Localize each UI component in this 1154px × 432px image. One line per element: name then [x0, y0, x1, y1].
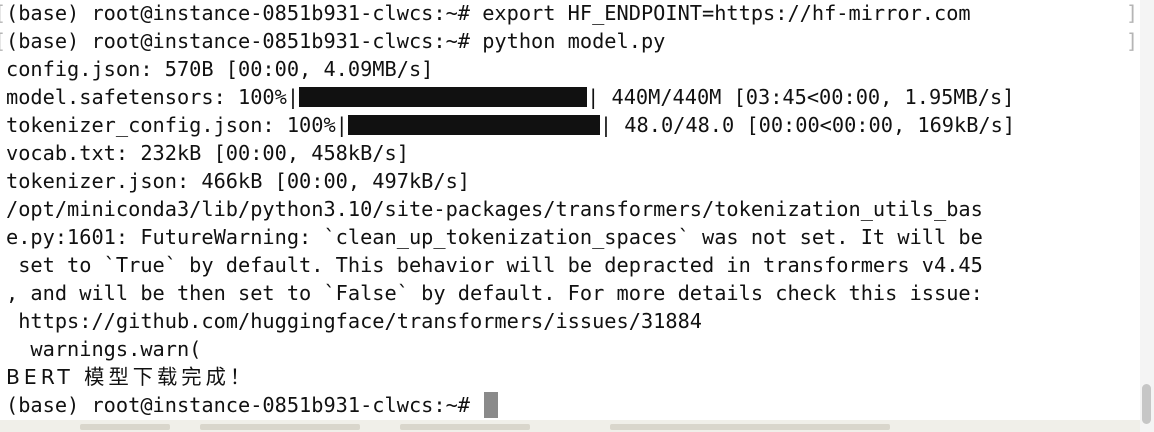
line-continuation-marker: ]	[1126, 1, 1139, 25]
terminal-line-tokenizer-download: tokenizer.json: 466kB [00:00, 497kB/s]	[6, 169, 470, 193]
vertical-scrollbar[interactable]	[1140, 0, 1154, 432]
progress-label: tokenizer_config.json: 100%|	[6, 113, 348, 137]
terminal-line-vocab-download: vocab.txt: 232kB [00:00, 458kB/s]	[6, 141, 409, 165]
progress-line-model: model.safetensors: 100%| | 440M/440M [03:…	[6, 83, 1014, 111]
terminal-line-warning-message: , and will be then set to `False` by def…	[6, 281, 983, 305]
progress-label: model.safetensors: 100%|	[6, 85, 300, 109]
background-text-fragment	[400, 424, 530, 430]
terminal-window[interactable]: [ ] [ ] (base) root@instance-0851b931-cl…	[0, 0, 1140, 420]
text-cursor	[484, 392, 499, 418]
terminal-line-warning-url: https://github.com/huggingface/transform…	[6, 309, 702, 333]
terminal-prompt-line[interactable]: (base) root@instance-0851b931-clwcs:~#	[6, 391, 499, 419]
terminal-line-export-command: (base) root@instance-0851b931-clwcs:~# e…	[6, 1, 971, 25]
line-continuation-marker: ]	[1126, 29, 1139, 53]
background-text-fragment	[610, 424, 890, 430]
terminal-line-python-command: (base) root@instance-0851b931-clwcs:~# p…	[6, 29, 666, 53]
background-text-fragment	[200, 424, 360, 430]
scrollbar-thumb[interactable]	[1142, 384, 1151, 424]
progress-tail: | 48.0/48.0 [00:00<00:00, 169kB/s]	[599, 113, 1016, 137]
terminal-line-warning-message: e.py:1601: FutureWarning: `clean_up_toke…	[6, 225, 983, 249]
progress-line-tokenizer-config: tokenizer_config.json: 100%| | 48.0/48.0 …	[6, 111, 1015, 139]
terminal-line-warnings-warn: warnings.warn(	[6, 337, 202, 361]
terminal-line-config-download: config.json: 570B [00:00, 4.09MB/s]	[6, 57, 434, 81]
progress-tail: | 440M/440M [03:45<00:00, 1.95MB/s]	[587, 85, 1015, 109]
background-window-edge	[0, 420, 1140, 432]
progress-bar-fill	[347, 115, 600, 135]
progress-bar-fill	[299, 87, 588, 107]
terminal-prompt: (base) root@instance-0851b931-clwcs:~#	[6, 393, 483, 417]
terminal-line-warning-message: set to `True` by default. This behavior …	[6, 253, 983, 277]
background-text-fragment	[80, 424, 170, 430]
terminal-line-completion-message: BERT 模型下载完成！	[6, 365, 255, 389]
terminal-line-warning-path: /opt/miniconda3/lib/python3.10/site-pack…	[6, 197, 983, 221]
